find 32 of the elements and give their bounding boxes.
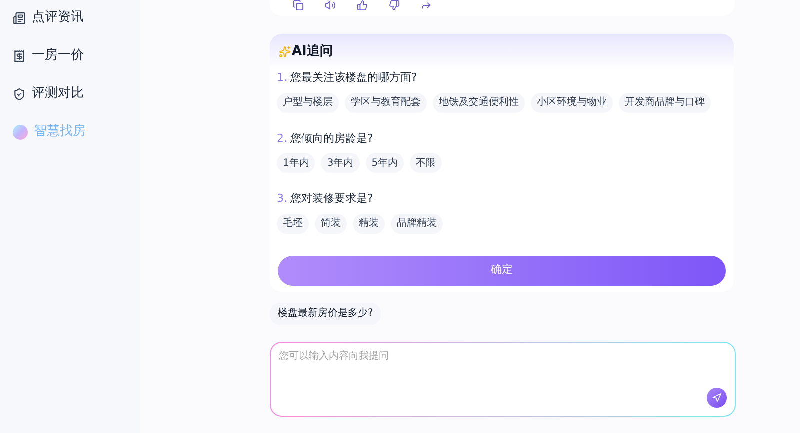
- question-number: 3.: [277, 191, 288, 207]
- option-chip[interactable]: 简装: [315, 214, 347, 234]
- option-chip[interactable]: 精装: [353, 214, 385, 234]
- newspaper-icon: [13, 12, 26, 24]
- sparkle-icon: [279, 46, 291, 58]
- question-number: 1.: [277, 70, 288, 86]
- receipt-icon: [13, 50, 26, 62]
- option-chip[interactable]: 开发商品牌与口碑: [619, 92, 711, 112]
- sidebar-item[interactable]: 点评资讯: [13, 8, 140, 28]
- option-chip[interactable]: 地铁及交通便利性: [433, 92, 525, 112]
- option-chip[interactable]: 户型与楼层: [277, 92, 339, 112]
- option-chip[interactable]: 不限: [410, 153, 442, 173]
- card-title: AI追问: [292, 43, 333, 62]
- option-chip[interactable]: 5年内: [366, 153, 404, 173]
- option-chip[interactable]: 毛坯: [277, 214, 309, 234]
- send-button[interactable]: [707, 388, 727, 408]
- send-icon: [712, 392, 722, 402]
- suggestion-chip[interactable]: 楼盘最新房价是多少?: [270, 302, 382, 324]
- question-text: 您倾向的房龄是?: [290, 130, 374, 146]
- input-field[interactable]: 您可以输入内容向我提问: [271, 342, 735, 416]
- option-chip[interactable]: 1年内: [277, 153, 316, 173]
- question-text: 您对装修要求是?: [290, 191, 374, 207]
- option-chip[interactable]: 品牌精装: [391, 214, 443, 234]
- option-chip[interactable]: 3年内: [321, 153, 360, 173]
- sidebar-item[interactable]: 评测对比: [13, 84, 140, 104]
- option-chip[interactable]: 学区与教育配套: [345, 92, 427, 112]
- question-number: 2.: [277, 130, 288, 146]
- sidebar-item[interactable]: 一房一价: [13, 46, 140, 66]
- question-text: 您最关注该楼盘的哪方面?: [290, 70, 418, 86]
- robot-face-icon: [13, 124, 28, 140]
- shield-icon: [13, 88, 26, 100]
- option-chip[interactable]: 小区环境与物业: [531, 92, 613, 112]
